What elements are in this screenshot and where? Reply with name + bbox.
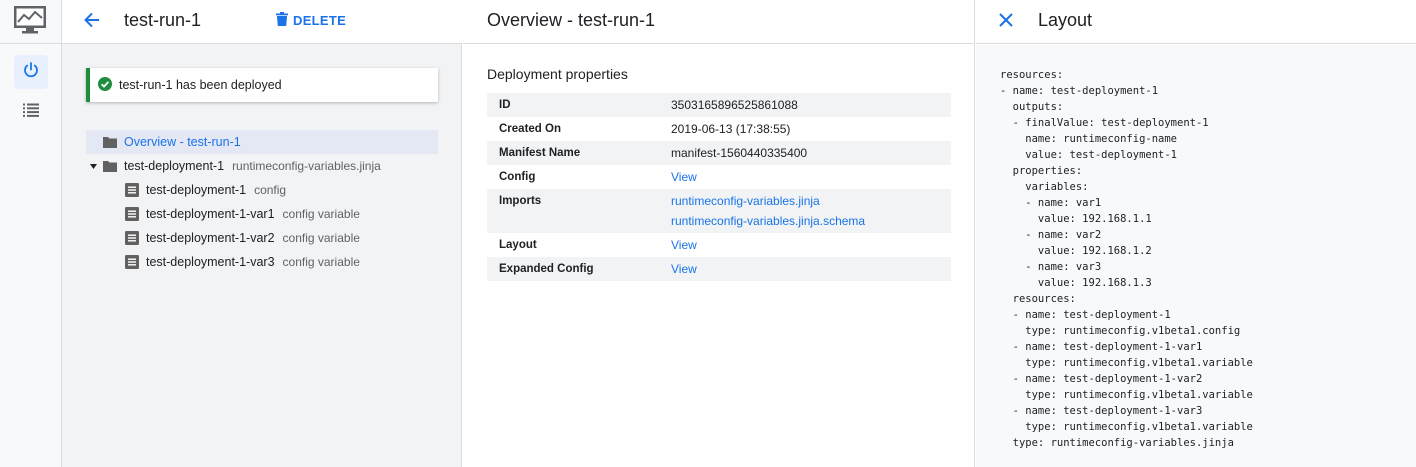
tree-item-type: runtimeconfig-variables.jinja [232, 159, 381, 173]
deploy-success-toast: test-run-1 has been deployed [86, 68, 438, 102]
document-icon [124, 230, 140, 246]
view-config-link[interactable]: View [671, 170, 939, 184]
view-layout-link[interactable]: View [671, 238, 939, 252]
property-value: View [659, 233, 951, 257]
property-value: 3503165896525861088 [659, 93, 951, 117]
property-key: ID [487, 93, 659, 117]
back-button[interactable] [78, 8, 106, 36]
resource-tree: Overview - test-run-1 test-deployment-1 … [86, 130, 438, 274]
tree-item-config[interactable]: test-deployment-1 config [86, 178, 438, 202]
tree-item-label: test-deployment-1 [124, 159, 225, 173]
delete-button[interactable]: DELETE [276, 10, 346, 30]
property-key: Expanded Config [487, 257, 659, 281]
toast-message: test-run-1 has been deployed [119, 78, 282, 92]
caret-down-icon[interactable] [88, 154, 98, 178]
tree-item-label: test-deployment-1 [146, 183, 247, 197]
left-rail [0, 0, 62, 467]
tree-item-var2[interactable]: test-deployment-1-var2 config variable [86, 226, 438, 250]
rail-item-list[interactable] [14, 95, 48, 129]
overview-panel: Overview - test-run-1 Deployment propert… [463, 0, 975, 467]
table-row: Expanded Config View [487, 257, 951, 281]
power-icon [22, 61, 40, 84]
tree-item-type: config variable [282, 255, 360, 269]
folder-icon [102, 134, 118, 150]
layout-code-viewer: resources: - name: test-deployment-1 out… [976, 45, 1416, 467]
overview-header: Overview - test-run-1 [463, 0, 975, 44]
tree-item-var3[interactable]: test-deployment-1-var3 config variable [86, 250, 438, 274]
arrow-back-icon [83, 11, 101, 34]
tree-item-label: test-deployment-1-var1 [146, 207, 275, 221]
document-icon [124, 206, 140, 222]
tree-item-label: Overview - test-run-1 [124, 135, 241, 149]
view-expanded-config-link[interactable]: View [671, 262, 939, 276]
close-button[interactable] [992, 8, 1020, 36]
section-heading: Deployment properties [487, 66, 628, 82]
table-row: Config View [487, 165, 951, 189]
import-schema-link[interactable]: runtimeconfig-variables.jinja.schema [671, 214, 939, 228]
tree-item-label: test-deployment-1-var2 [146, 231, 275, 245]
tree-item-label: test-deployment-1-var3 [146, 255, 275, 269]
property-key: Config [499, 171, 536, 183]
layout-header: Layout [976, 0, 1416, 44]
document-icon [124, 254, 140, 270]
import-jinja-link[interactable]: runtimeconfig-variables.jinja [671, 194, 939, 208]
folder-icon [102, 158, 118, 174]
table-row: Manifest Name manifest-1560440335400 [487, 141, 951, 165]
tree-item-overview[interactable]: Overview - test-run-1 [86, 130, 438, 154]
list-icon [23, 103, 39, 122]
monitor-chart-icon [13, 5, 47, 35]
property-value: manifest-1560440335400 [659, 141, 951, 165]
deployment-properties-table: ID 3503165896525861088 Created On 2019-0… [487, 93, 951, 281]
trash-icon [276, 11, 288, 29]
layout-panel: Layout resources: - name: test-deploymen… [976, 0, 1416, 467]
deployment-title: test-run-1 [124, 10, 202, 30]
property-value: 2019-06-13 (17:38:55) [671, 122, 791, 136]
table-row: Imports runtimeconfig-variables.jinja ru… [487, 189, 951, 233]
tree-item-var1[interactable]: test-deployment-1-var1 config variable [86, 202, 438, 226]
tree-item-type: config [254, 183, 287, 197]
table-row: ID 3503165896525861088 [487, 93, 951, 117]
property-key: Imports [487, 189, 659, 233]
tree-item-test-deployment-1[interactable]: test-deployment-1 runtimeconfig-variable… [86, 154, 438, 178]
overview-title: Overview - test-run-1 [487, 10, 656, 30]
table-row: Layout View [487, 233, 951, 257]
rail-divider [0, 43, 61, 44]
property-key: Layout [499, 239, 537, 251]
property-value: runtimeconfig-variables.jinja runtimecon… [659, 189, 951, 233]
rail-item-deployments[interactable] [14, 55, 48, 89]
deployment-tree-panel: test-run-1 DELETE test-run-1 has been de… [62, 0, 462, 467]
tree-item-type: config variable [282, 207, 360, 221]
close-icon [999, 12, 1013, 32]
tree-panel-header: test-run-1 DELETE [62, 0, 462, 44]
property-key: Manifest Name [487, 141, 659, 165]
table-row: Created On 2019-06-13 (17:38:55) [487, 117, 951, 141]
property-value: View [659, 257, 951, 281]
layout-yaml: resources: - name: test-deployment-1 out… [1000, 69, 1253, 449]
check-circle-icon [98, 76, 112, 94]
layout-title: Layout [1038, 10, 1093, 30]
document-icon [124, 182, 140, 198]
delete-label: DELETE [293, 12, 347, 28]
tree-item-type: config variable [282, 231, 360, 245]
property-key: Created On [499, 123, 561, 135]
property-value: View [659, 165, 951, 189]
